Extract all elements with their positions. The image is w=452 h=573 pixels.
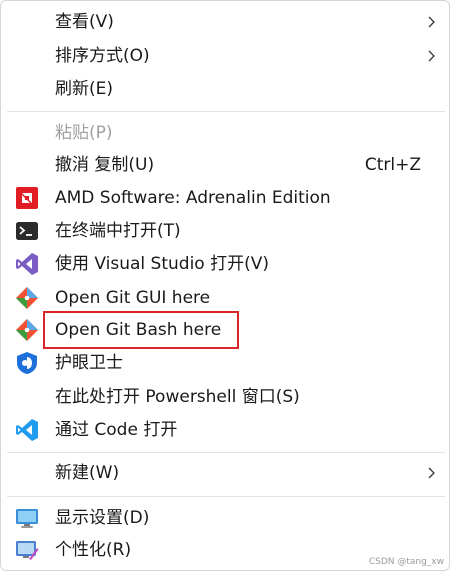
- menu-separator: [7, 496, 445, 497]
- menu-item-open-git-gui[interactable]: Open Git GUI here: [5, 282, 445, 314]
- menu-item-paste[interactable]: 粘贴(P): [5, 117, 445, 149]
- menu-item-sort-by[interactable]: 排序方式(O): [5, 40, 445, 72]
- menu-item-label: 使用 Visual Studio 打开(V): [55, 254, 270, 274]
- menu-item-label: 显示设置(D): [55, 508, 150, 528]
- menu-item-eye-guard[interactable]: 护眼卫士: [5, 347, 445, 379]
- context-menu: 查看(V) 排序方式(O) 刷新(E) 粘贴(P) 撤消 复制(U) Ctrl+…: [0, 0, 450, 571]
- menu-item-amd-software[interactable]: AMD Software: Adrenalin Edition: [5, 182, 445, 214]
- personalization-icon: [16, 541, 39, 560]
- menu-item-label: 在终端中打开(T): [55, 221, 181, 241]
- red-highlight-box: [43, 311, 239, 349]
- menu-item-open-in-terminal[interactable]: 在终端中打开(T): [5, 215, 445, 247]
- vscode-icon: [16, 419, 38, 441]
- watermark: CSDN @tang_xw: [368, 557, 444, 567]
- menu-item-label: 排序方式(O): [55, 46, 150, 66]
- menu-item-label: 查看(V): [55, 12, 114, 32]
- shortcut-label: Ctrl+Z: [364, 155, 421, 175]
- menu-separator: [7, 111, 445, 112]
- menu-item-label: 新建(W): [55, 463, 120, 483]
- menu-item-label: 个性化(R): [55, 540, 132, 560]
- terminal-icon: [16, 222, 38, 240]
- menu-item-label: 刷新(E): [55, 79, 114, 99]
- menu-item-label: 粘贴(P): [55, 123, 113, 143]
- menu-item-display-settings[interactable]: 显示设置(D): [5, 502, 445, 534]
- menu-item-label: 在此处打开 Powershell 窗口(S): [55, 387, 300, 407]
- menu-item-label: 撤消 复制(U): [55, 155, 155, 175]
- menu-item-view[interactable]: 查看(V): [5, 6, 445, 38]
- git-icon: [16, 287, 38, 309]
- display-monitor-icon: [16, 509, 38, 528]
- menu-item-undo-copy[interactable]: 撤消 复制(U) Ctrl+Z: [5, 149, 445, 181]
- menu-item-label: 通过 Code 打开: [55, 420, 178, 440]
- menu-item-new[interactable]: 新建(W): [5, 457, 445, 489]
- menu-item-refresh[interactable]: 刷新(E): [5, 73, 445, 105]
- eye-guard-shield-icon: [17, 352, 37, 374]
- chevron-right-icon: [428, 467, 435, 479]
- menu-item-open-visual-studio[interactable]: 使用 Visual Studio 打开(V): [5, 248, 445, 280]
- menu-separator: [7, 452, 445, 453]
- menu-item-open-powershell[interactable]: 在此处打开 Powershell 窗口(S): [5, 381, 445, 413]
- chevron-right-icon: [428, 16, 435, 28]
- menu-item-label: AMD Software: Adrenalin Edition: [55, 188, 331, 208]
- amd-logo-icon: [16, 187, 38, 209]
- git-icon: [16, 319, 38, 341]
- menu-item-label: Open Git GUI here: [55, 288, 211, 308]
- menu-item-open-with-code[interactable]: 通过 Code 打开: [5, 414, 445, 446]
- chevron-right-icon: [428, 50, 435, 62]
- visual-studio-icon: [16, 253, 38, 275]
- menu-item-label: 护眼卫士: [55, 353, 123, 373]
